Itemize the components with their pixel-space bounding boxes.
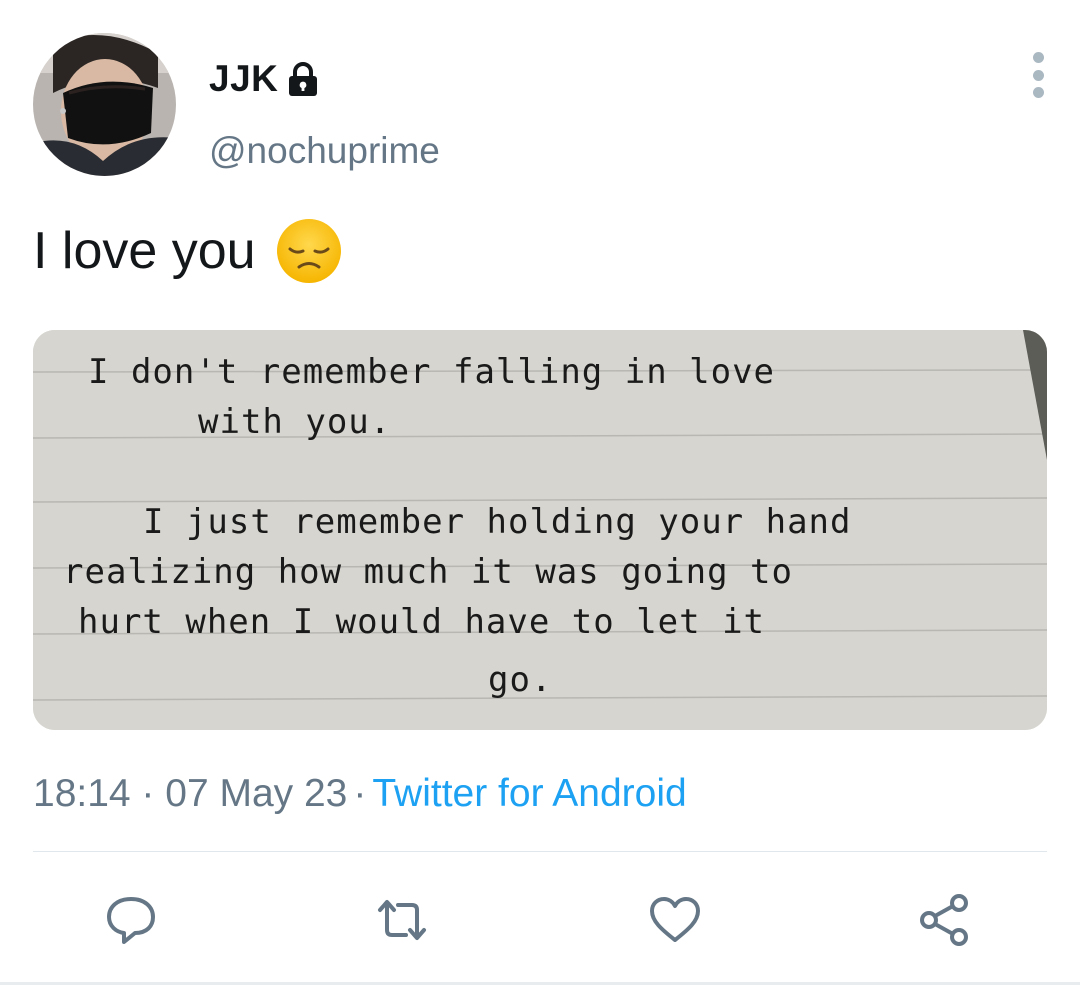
more-options-icon[interactable] bbox=[1020, 50, 1056, 100]
tweet-media-image[interactable]: I don't remember falling in love with yo… bbox=[33, 330, 1047, 730]
divider bbox=[33, 851, 1047, 852]
share-button[interactable] bbox=[914, 890, 974, 950]
note-line-5: hurt when I would have to let it bbox=[78, 602, 766, 642]
timestamp[interactable]: 18:14 · 07 May 23 bbox=[33, 772, 347, 815]
source-link[interactable]: Twitter for Android bbox=[372, 772, 686, 815]
tweet-text-content: I love you bbox=[33, 222, 256, 280]
meta-separator: · bbox=[353, 772, 367, 815]
more-dot bbox=[1032, 87, 1044, 98]
reply-icon bbox=[107, 897, 155, 944]
note-line-2: with you. bbox=[198, 402, 392, 442]
retweet-button[interactable] bbox=[372, 890, 432, 950]
display-name[interactable]: JJK bbox=[209, 58, 320, 100]
like-button[interactable] bbox=[645, 890, 705, 950]
more-dot bbox=[1032, 52, 1044, 63]
heart-icon bbox=[650, 897, 700, 942]
note-line-4: realizing how much it was going to bbox=[63, 552, 793, 592]
avatar[interactable] bbox=[33, 33, 176, 176]
tweet-meta: 18:14 · 07 May 23 · Twitter for Android bbox=[33, 772, 687, 816]
retweet-icon bbox=[378, 900, 426, 940]
note-line-1: I don't remember falling in love bbox=[88, 352, 776, 392]
share-icon bbox=[920, 894, 968, 946]
lock-icon bbox=[286, 61, 320, 97]
reply-button[interactable] bbox=[101, 890, 161, 950]
note-line-6: go. bbox=[488, 660, 553, 700]
tweet-text: I love you bbox=[33, 218, 342, 284]
note-line-3: I just remember holding your hand bbox=[143, 502, 852, 542]
user-handle[interactable]: @nochuprime bbox=[209, 130, 440, 172]
disappointed-face-emoji bbox=[276, 218, 342, 284]
display-name-text: JJK bbox=[209, 58, 279, 99]
tweet-detail: JJK @nochuprime I love you I don't remem… bbox=[0, 0, 1080, 985]
more-dot bbox=[1032, 69, 1044, 81]
